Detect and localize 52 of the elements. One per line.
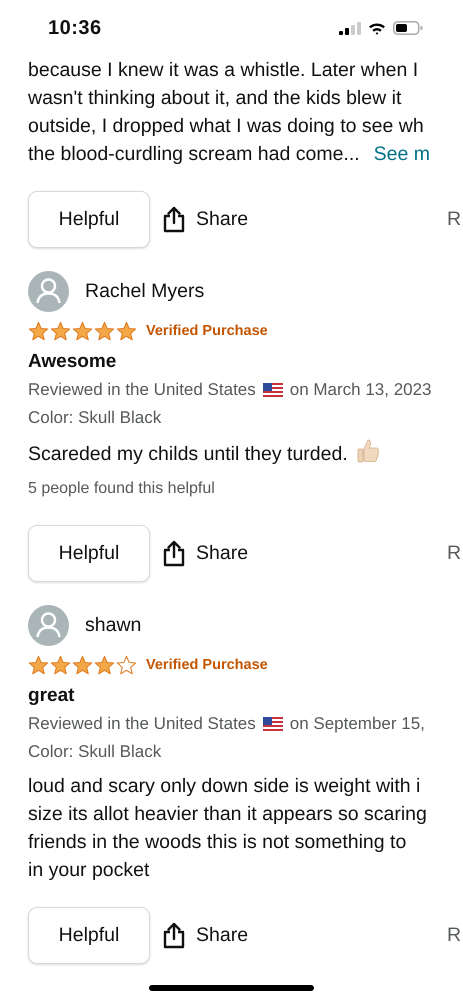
verified-purchase-label: Verified Purchase	[146, 657, 268, 673]
helpful-button[interactable]: Helpful	[28, 190, 150, 248]
helpful-button[interactable]: Helpful	[28, 906, 150, 964]
filled-star-icon	[94, 655, 115, 675]
review-text-line: Scareded my childs until they turded.	[28, 443, 348, 465]
review-text-line: outside, I dropped what I was doing to see wh	[28, 115, 424, 137]
filled-star-icon	[50, 655, 71, 675]
review-location: Reviewed in the United States	[28, 379, 256, 401]
filled-star-icon	[116, 321, 137, 341]
report-link[interactable]: R	[447, 542, 462, 564]
review-text-line: size its allot heavier than it appears so scaring	[28, 803, 427, 825]
review-text-line: wasn't thinking about it, and the kids blew it	[28, 87, 402, 109]
filled-star-icon	[28, 655, 49, 675]
flag-icon	[262, 383, 283, 397]
share-button[interactable]: Share	[162, 922, 248, 948]
see-more-link[interactable]: See m	[374, 143, 430, 165]
share-icon	[162, 540, 186, 566]
avatar-icon	[28, 604, 69, 646]
share-icon	[162, 922, 186, 948]
battery-icon	[393, 21, 423, 35]
flag-icon	[262, 717, 283, 731]
review-text-line: because I knew it was a whistle. Later when I	[28, 59, 418, 81]
reviewer-name: shawn	[85, 614, 142, 636]
filled-star-icon	[28, 321, 49, 341]
avatar-icon	[28, 270, 69, 312]
report-link[interactable]: R	[447, 924, 462, 946]
review-text-line: friends in the woods this is not something to	[28, 831, 406, 853]
color-variant: Color: Skull Black	[28, 407, 162, 429]
review-date: on September 15,	[290, 713, 425, 735]
review-location: Reviewed in the United States	[28, 713, 256, 735]
review-date: on March 13, 2023	[290, 379, 432, 401]
review-title: Awesome	[28, 350, 118, 374]
wifi-icon	[368, 22, 386, 34]
verified-purchase-label: Verified Purchase	[146, 323, 268, 339]
helpful-button[interactable]: Helpful	[28, 524, 150, 582]
review-text-line: in your pocket	[28, 859, 150, 881]
signal-icon	[339, 22, 361, 34]
review-text-line: loud and scary only down side is weight with i	[28, 775, 420, 797]
filled-star-icon	[72, 321, 93, 341]
filled-star-icon	[94, 321, 115, 341]
report-link[interactable]: R	[447, 208, 462, 230]
share-button[interactable]: Share	[162, 206, 248, 232]
filled-star-icon	[50, 321, 71, 341]
review-title: great	[28, 684, 76, 708]
review-text-line: the blood-curdling scream had come...	[28, 143, 360, 165]
color-variant: Color: Skull Black	[28, 741, 162, 763]
reviewer-name: Rachel Myers	[85, 280, 204, 302]
clock-time: 10:36	[48, 16, 102, 40]
helpful-count: 5 people found this helpful	[28, 479, 216, 499]
share-icon	[162, 206, 186, 232]
filled-star-icon	[72, 655, 93, 675]
share-button[interactable]: Share	[162, 540, 248, 566]
